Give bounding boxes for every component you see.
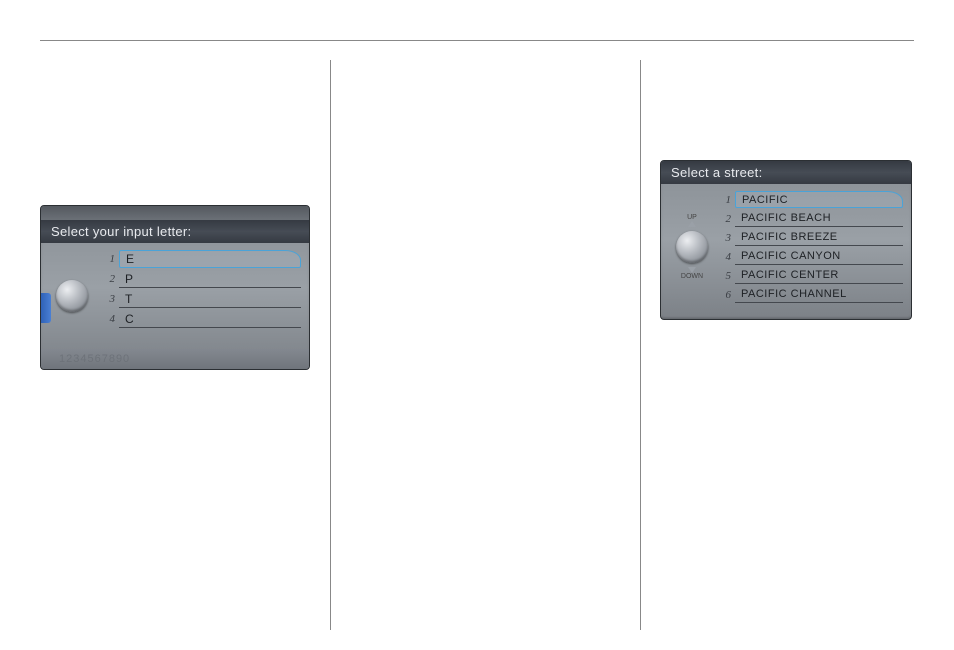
up-arrow-icon[interactable]: UP	[687, 214, 697, 228]
panel2-body: UP DOWN 1 PACIFIC 2 PACIFIC BEACH 3 PACIFIC B…	[661, 184, 911, 310]
down-arrow-icon[interactable]: DOWN	[681, 266, 703, 280]
column-divider-1	[330, 60, 331, 630]
select-street-panel: Select a street: UP DOWN 1 PACIFIC 2 PACIFI…	[660, 160, 912, 320]
panel1-partial-header	[41, 206, 309, 220]
street-row[interactable]: 5 PACIFIC CENTER	[717, 266, 903, 285]
panel1-list: 1E2P3T4C	[101, 249, 301, 329]
input-letter-panel: Select your input letter: 1E2P3T4C 12345…	[40, 205, 310, 370]
row-number: 4	[717, 251, 731, 263]
row-label[interactable]: PACIFIC CANYON	[735, 248, 903, 265]
row-label[interactable]: PACIFIC CENTER	[735, 267, 903, 284]
input-letter-row[interactable]: 4C	[101, 309, 301, 329]
row-number: 1	[717, 194, 731, 206]
street-row[interactable]: 1 PACIFIC	[717, 190, 903, 209]
keypad-digits: 1234567890	[59, 353, 130, 365]
row-number: 3	[101, 293, 115, 305]
panel1-knob-column	[47, 247, 97, 345]
row-label[interactable]: T	[119, 290, 301, 308]
row-number: 2	[101, 273, 115, 285]
rotary-knob-icon[interactable]	[676, 231, 708, 263]
panel1-body: 1E2P3T4C	[41, 243, 309, 349]
down-label: DOWN	[681, 273, 703, 280]
up-label: UP	[687, 214, 697, 221]
rotary-knob-icon[interactable]	[56, 280, 88, 312]
row-number: 4	[101, 313, 115, 325]
row-number: 5	[717, 270, 731, 282]
street-row[interactable]: 3 PACIFIC BREEZE	[717, 228, 903, 247]
row-number: 6	[717, 289, 731, 301]
row-label[interactable]: PACIFIC	[735, 191, 903, 208]
horizontal-rule	[40, 40, 914, 41]
input-letter-row[interactable]: 1E	[101, 249, 301, 269]
row-label[interactable]: E	[119, 250, 301, 268]
input-letter-row[interactable]: 3T	[101, 289, 301, 309]
panel2-title: Select a street:	[661, 161, 911, 184]
input-letter-row[interactable]: 2P	[101, 269, 301, 289]
panel2-list: 1 PACIFIC 2 PACIFIC BEACH 3 PACIFIC BREEZE 4 PA…	[717, 190, 903, 304]
row-number: 2	[717, 213, 731, 225]
row-label[interactable]: PACIFIC BEACH	[735, 210, 903, 227]
row-label[interactable]: P	[119, 270, 301, 288]
row-label[interactable]: PACIFIC CHANNEL	[735, 286, 903, 303]
row-label[interactable]: PACIFIC BREEZE	[735, 229, 903, 246]
row-number: 3	[717, 232, 731, 244]
panel1-keypad: 1234567890	[41, 349, 309, 370]
panel2-knob-column: UP DOWN	[667, 188, 717, 306]
row-number: 1	[101, 253, 115, 265]
street-row[interactable]: 2 PACIFIC BEACH	[717, 209, 903, 228]
street-row[interactable]: 4 PACIFIC CANYON	[717, 247, 903, 266]
street-row[interactable]: 6 PACIFIC CHANNEL	[717, 285, 903, 304]
panel1-title: Select your input letter:	[41, 220, 309, 243]
column-divider-2	[640, 60, 641, 630]
row-label[interactable]: C	[119, 310, 301, 328]
